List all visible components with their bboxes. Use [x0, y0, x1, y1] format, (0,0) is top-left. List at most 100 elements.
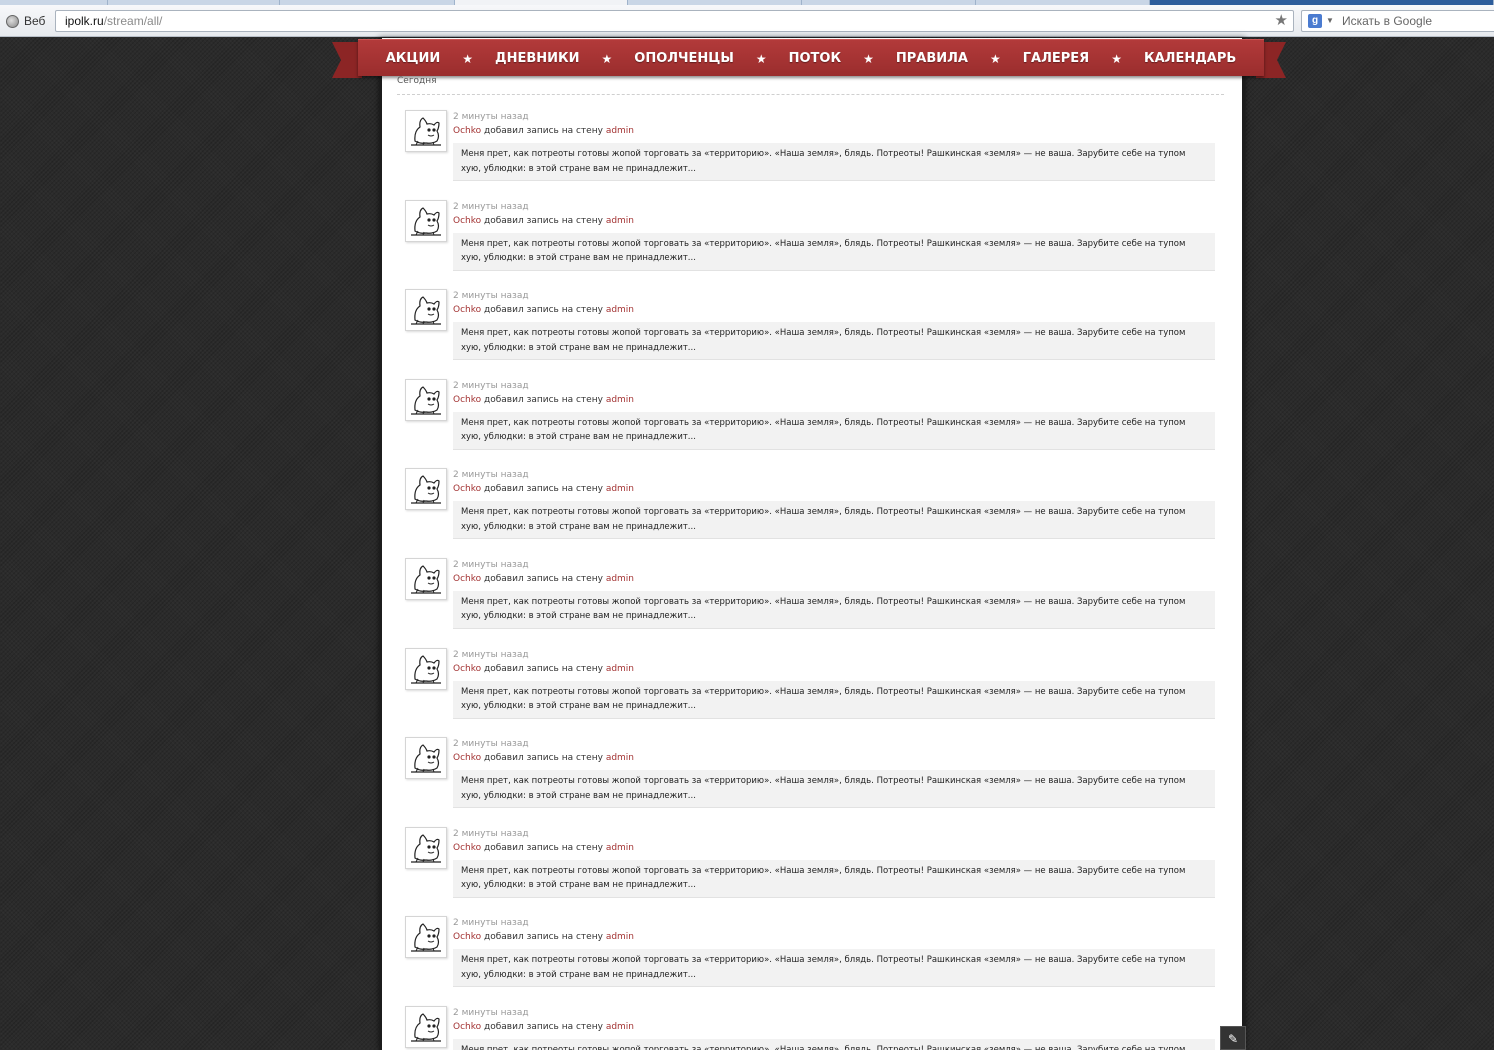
- avatar[interactable]: [405, 826, 447, 869]
- cat-avatar-icon: [406, 558, 446, 599]
- feed-item-time: 2 минуты назад: [453, 291, 529, 302]
- author-link[interactable]: Ochko: [453, 305, 481, 315]
- feed-item: 2 минуты назад Ochko добавил запись на ст…: [403, 646, 1215, 736]
- feed-item-meta: Ochko добавил запись на стену admin: [453, 126, 634, 136]
- bookmark-star-icon[interactable]: ★: [1275, 11, 1288, 31]
- action-text: добавил запись на стену: [484, 842, 603, 853]
- star-icon: ★: [462, 51, 473, 66]
- nav-item-rules[interactable]: ПРАВИЛА: [896, 51, 968, 66]
- feed-item-text[interactable]: Меня прет, как потреоты готовы жопой тор…: [453, 859, 1215, 898]
- target-link[interactable]: admin: [606, 126, 634, 136]
- action-text: добавил запись на стену: [484, 305, 603, 316]
- feed-item: 2 минуты назад Ochko добавил запись на ст…: [403, 1004, 1215, 1050]
- avatar[interactable]: [405, 199, 447, 242]
- cat-avatar-icon: [406, 827, 446, 868]
- author-link[interactable]: Ochko: [453, 753, 481, 763]
- nav-item-actions[interactable]: АКЦИИ: [386, 51, 441, 66]
- feed-item: 2 минуты назад Ochko добавил запись на ст…: [403, 735, 1215, 825]
- action-text: добавил запись на стену: [484, 663, 603, 674]
- feed-item-text[interactable]: Меня прет, как потреоты готовы жопой тор…: [453, 143, 1215, 181]
- target-link[interactable]: admin: [606, 395, 634, 405]
- action-text: добавил запись на стену: [484, 484, 603, 495]
- feed-item: 2 минуты назад Ochko добавил запись на ст…: [403, 466, 1215, 556]
- avatar[interactable]: [405, 110, 447, 152]
- avatar[interactable]: [405, 916, 447, 959]
- action-text: добавил запись на стену: [484, 932, 603, 943]
- avatar[interactable]: [405, 378, 447, 421]
- author-link[interactable]: Ochko: [453, 664, 481, 674]
- feed-item: 2 минуты назад Ochko добавил запись на ст…: [403, 914, 1215, 1004]
- author-link[interactable]: Ochko: [453, 932, 481, 942]
- nav-item-militia[interactable]: ОПОЛЧЕНЦЫ: [634, 51, 734, 66]
- avatar[interactable]: [405, 647, 447, 690]
- cat-avatar-icon: [406, 738, 446, 779]
- search-box[interactable]: g ▼ Искать в Google: [1301, 10, 1494, 32]
- cat-avatar-icon: [406, 200, 446, 241]
- feed-item-text[interactable]: Меня прет, как потреоты готовы жопой тор…: [453, 770, 1215, 809]
- nav-item-calendar[interactable]: КАЛЕНДАРЬ: [1144, 51, 1236, 66]
- feed-item-text[interactable]: Меня прет, как потреоты готовы жопой тор…: [453, 322, 1215, 361]
- cat-avatar-icon: [406, 379, 446, 420]
- avatar[interactable]: [405, 557, 447, 600]
- author-link[interactable]: Ochko: [453, 126, 481, 136]
- feed-item-text[interactable]: Меня прет, как потреоты готовы жопой тор…: [453, 680, 1215, 719]
- feed-item: 2 минуты назад Ochko добавил запись на ст…: [403, 287, 1215, 377]
- feed-item-time: 2 минуты назад: [453, 649, 529, 660]
- chevron-down-icon[interactable]: ▼: [1326, 11, 1334, 31]
- feed-item-meta: Ochko добавил запись на стену admin: [453, 305, 634, 315]
- target-link[interactable]: admin: [606, 216, 634, 226]
- target-link[interactable]: admin: [606, 574, 634, 584]
- avatar[interactable]: [405, 1005, 447, 1048]
- feed-item-time: 2 минуты назад: [453, 1007, 529, 1018]
- feed-item-time: 2 минуты назад: [453, 918, 529, 929]
- feed-item-time: 2 минуты назад: [453, 739, 529, 750]
- feed-item: 2 минуты назад Ochko добавил запись на ст…: [403, 108, 1215, 198]
- feed-item-time: 2 минуты назад: [453, 470, 529, 481]
- feed-item-time: 2 минуты назад: [453, 828, 529, 839]
- feed-item-text[interactable]: Меня прет, как потреоты готовы жопой тор…: [453, 949, 1215, 988]
- target-link[interactable]: admin: [606, 305, 634, 315]
- target-link[interactable]: admin: [606, 753, 634, 763]
- star-icon: ★: [601, 51, 613, 66]
- nav-item-gallery[interactable]: ГАЛЕРЕЯ: [1023, 51, 1089, 66]
- feed-item-text[interactable]: Меня прет, как потреоты готовы жопой тор…: [453, 590, 1215, 629]
- feed-item-text[interactable]: Меня прет, как потреоты готовы жопой тор…: [453, 1038, 1215, 1050]
- feed-item-text[interactable]: Меня прет, как потреоты готовы жопой тор…: [453, 232, 1215, 271]
- target-link[interactable]: admin: [606, 932, 634, 942]
- security-indicator[interactable]: Веб: [6, 12, 45, 30]
- avatar[interactable]: [405, 468, 447, 511]
- feed-item-meta: Ochko добавил запись на стену admin: [453, 484, 634, 494]
- target-link[interactable]: admin: [606, 664, 634, 674]
- star-icon: ★: [755, 51, 767, 66]
- main-nav: АКЦИИ ★ ДНЕВНИКИ ★ ОПОЛЧЕНЦЫ ★ ПОТОК ★ П…: [358, 40, 1264, 77]
- feed-item-meta: Ochko добавил запись на стену admin: [453, 395, 634, 405]
- edit-icon[interactable]: ✎: [1220, 1026, 1246, 1050]
- activity-feed: 2 минуты назад Ochko добавил запись на ст…: [403, 108, 1215, 1050]
- target-link[interactable]: admin: [606, 843, 634, 853]
- author-link[interactable]: Ochko: [453, 395, 481, 405]
- cat-avatar-icon: [406, 648, 446, 689]
- feed-item-text[interactable]: Меня прет, как потреоты готовы жопой тор…: [453, 501, 1215, 540]
- address-bar[interactable]: ipolk.ru/stream/all/ ★: [55, 10, 1294, 32]
- target-link[interactable]: admin: [606, 1022, 634, 1032]
- author-link[interactable]: Ochko: [453, 574, 481, 584]
- avatar[interactable]: [405, 737, 447, 780]
- nav-item-diaries[interactable]: ДНЕВНИКИ: [495, 51, 580, 66]
- star-icon: ★: [989, 51, 1001, 66]
- day-divider: [397, 94, 1224, 95]
- url-path: /stream/all/: [103, 14, 163, 28]
- feed-item-time: 2 минуты назад: [453, 201, 529, 212]
- nav-item-stream[interactable]: ПОТОК: [789, 51, 841, 66]
- cat-avatar-icon: [406, 917, 446, 958]
- avatar[interactable]: [405, 289, 447, 332]
- author-link[interactable]: Ochko: [453, 484, 481, 494]
- browser-toolbar: Веб ipolk.ru/stream/all/ ★ g ▼ Искать в …: [0, 5, 1494, 37]
- author-link[interactable]: Ochko: [453, 843, 481, 853]
- author-link[interactable]: Ochko: [453, 216, 481, 226]
- author-link[interactable]: Ochko: [453, 1022, 481, 1032]
- google-icon[interactable]: g: [1308, 14, 1322, 28]
- star-icon: ★: [1111, 51, 1122, 66]
- feed-item-text[interactable]: Меня прет, как потреоты готовы жопой тор…: [453, 411, 1215, 450]
- target-link[interactable]: admin: [606, 484, 634, 494]
- feed-item: 2 минуты назад Ochko добавил запись на ст…: [403, 556, 1215, 646]
